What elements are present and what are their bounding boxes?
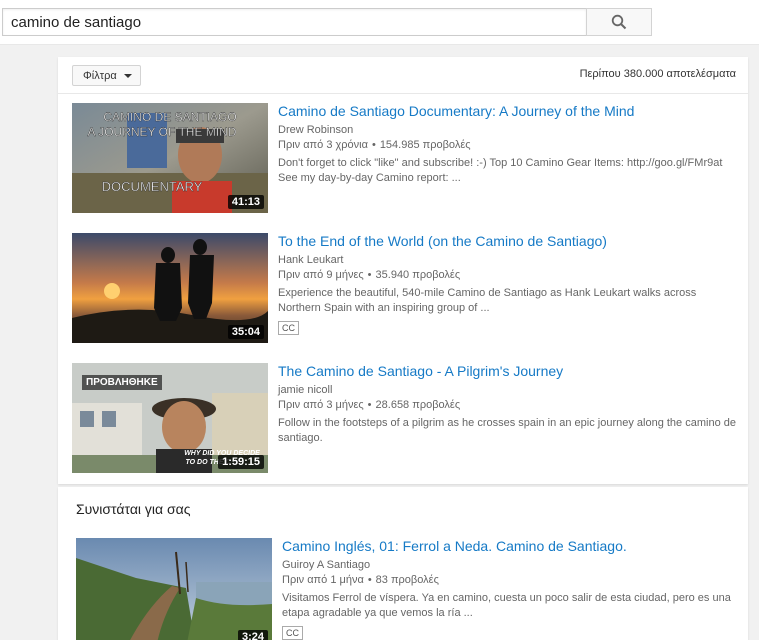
upload-age: Πριν από 9 μήνες [278,269,364,281]
results-count: Περίπου 380.000 αποτελέσματα [579,68,736,80]
video-meta: Πριν από 3 χρόνια • 154.985 προβολές [278,139,471,151]
video-thumbnail[interactable]: CAMINO DE SANTIAGO A JOURNEY OF THE MIND… [72,103,268,213]
thumbnail-text: DOCUMENTARY [102,179,203,194]
video-description: Visitamos Ferrol de víspera. Ya en camin… [282,592,731,619]
video-description: Don't forget to click "like" and subscri… [278,157,723,184]
channel-name[interactable]: Drew Robinson [278,124,353,136]
video-duration: 35:04 [227,325,264,339]
upload-age: Πριν από 3 χρόνια [278,139,368,151]
video-title[interactable]: Camino Inglés, 01: Ferrol a Neda. Camino… [282,538,627,554]
results-card: Φίλτρα Περίπου 380.000 αποτελέσματα CAMI… [58,57,748,484]
cc-badge: CC [282,626,303,640]
video-description: Follow in the footsteps of a pilgrim as … [278,417,736,444]
video-result: 3:24 Camino Inglés, 01: Ferrol a Neda. C… [62,538,752,640]
caret-down-icon [123,73,132,78]
upload-age: Πριν από 3 μήνες [278,399,364,411]
filters-button[interactable]: Φίλτρα [72,65,141,86]
video-duration: 41:13 [227,195,264,209]
cc-badge: CC [278,321,299,335]
search-icon [611,14,627,30]
section-heading: Συνιστάται για σας [76,501,191,517]
divider [58,93,748,94]
thumbnail-text: CAMINO DE SANTIAGO [103,110,236,124]
recommended-section: Συνιστάται για σας 3:24 Camino Inglés, 0… [58,487,748,640]
video-meta: Πριν από 1 μήνα • 83 προβολές [282,574,439,586]
channel-name[interactable]: Hank Leukart [278,254,343,266]
video-meta: Πριν από 9 μήνες • 35.940 προβολές [278,269,461,281]
video-duration: 3:24 [237,630,268,640]
view-count: 35.940 προβολές [375,269,461,281]
video-duration: 1:59:15 [218,455,264,469]
video-thumbnail[interactable]: 35:04 [72,233,268,343]
video-thumbnail[interactable]: WHY DID YOU DECIDE TO DO THE C ΠΡΟΒΛΗΘΗΚ… [72,363,268,473]
video-result: 35:04 To the End of the World (on the Ca… [58,233,748,343]
thumbnail-image [76,538,272,640]
watched-badge: ΠΡΟΒΛΗΘΗΚΕ [82,375,162,390]
filters-label: Φίλτρα [83,69,117,82]
video-thumbnail[interactable]: 3:24 [76,538,272,640]
channel-name[interactable]: Guiroy A Santiago [282,559,370,571]
masthead [0,0,759,45]
view-count: 28.658 προβολές [375,399,461,411]
channel-name[interactable]: jamie nicoll [278,384,332,396]
video-title[interactable]: Camino de Santiago Documentary: A Journe… [278,103,634,119]
video-description: Experience the beautiful, 540-mile Camin… [278,287,697,314]
video-title[interactable]: The Camino de Santiago - A Pilgrim's Jou… [278,363,563,379]
search-input[interactable] [2,8,586,36]
video-result: CAMINO DE SANTIAGO A JOURNEY OF THE MIND… [58,103,748,213]
upload-age: Πριν από 1 μήνα [282,574,364,586]
thumbnail-text: A JOURNEY OF THE MIND [88,125,237,139]
view-count: 154.985 προβολές [379,139,471,151]
video-title[interactable]: To the End of the World (on the Camino d… [278,233,607,249]
video-meta: Πριν από 3 μήνες • 28.658 προβολές [278,399,461,411]
view-count: 83 προβολές [375,574,439,586]
search-button[interactable] [586,8,652,36]
video-result: WHY DID YOU DECIDE TO DO THE C ΠΡΟΒΛΗΘΗΚ… [58,363,748,473]
